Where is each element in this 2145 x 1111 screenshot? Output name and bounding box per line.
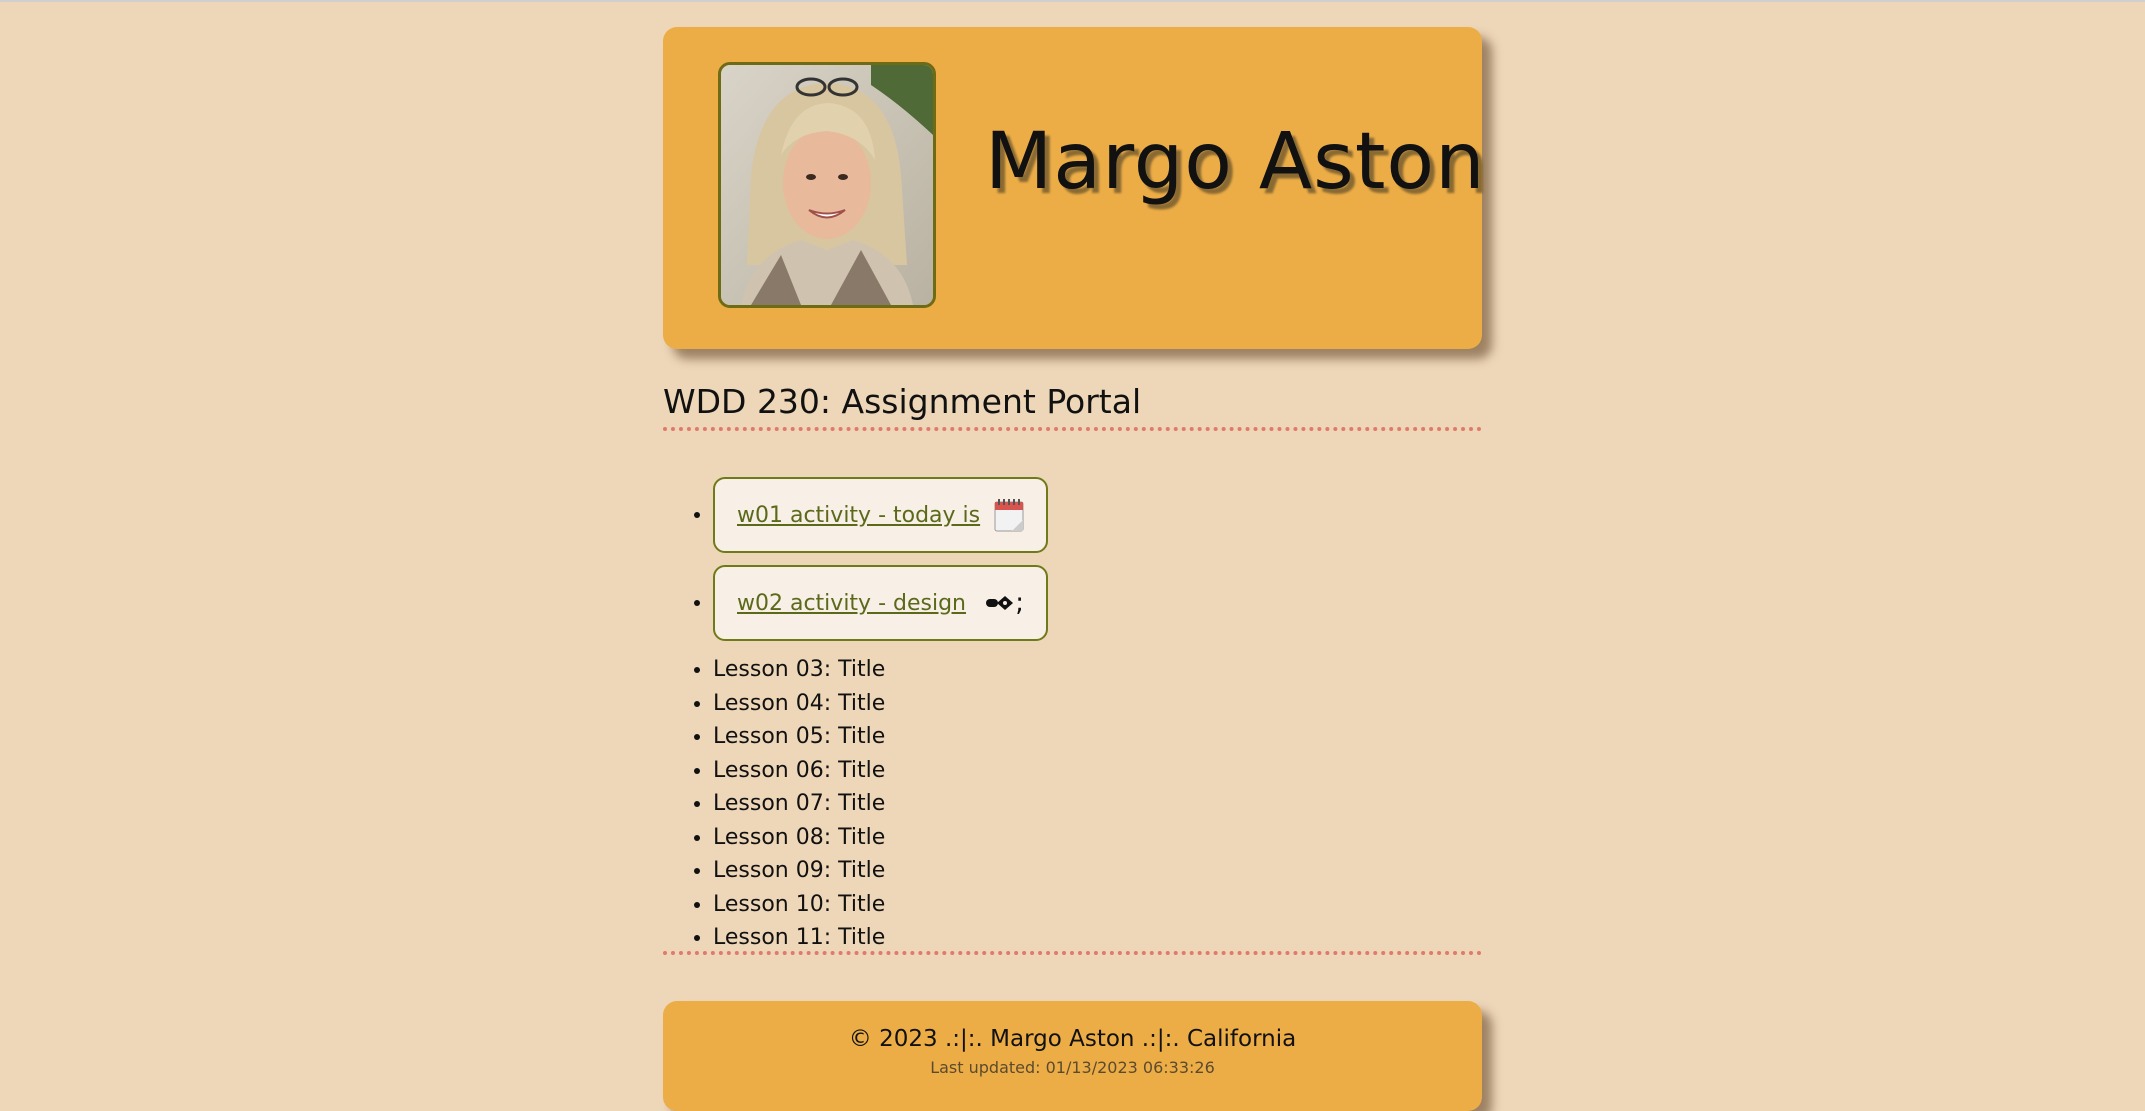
- activity-card-w02: w02 activity - design ;: [713, 565, 1048, 641]
- page-title: WDD 230: Assignment Portal: [663, 382, 1142, 421]
- site-owner-name: Margo Aston: [985, 117, 1486, 207]
- list-item: Lesson 04: Title: [713, 687, 1413, 721]
- site-header: Margo Aston: [663, 27, 1485, 349]
- window-top-border: [0, 0, 2145, 2]
- lesson-list: w01 activity - today is: [663, 477, 1413, 955]
- pen-nib-icon: ;: [985, 588, 1024, 618]
- list-item: Lesson 08: Title: [713, 821, 1413, 855]
- w01-activity-link[interactable]: w01 activity - today is: [737, 503, 980, 528]
- calendar-icon: [994, 498, 1024, 532]
- list-item: Lesson 06: Title: [713, 754, 1413, 788]
- divider-bottom: [663, 951, 1482, 955]
- list-item: Lesson 05: Title: [713, 720, 1413, 754]
- list-item: Lesson 11: Title: [713, 921, 1413, 955]
- w02-activity-link[interactable]: w02 activity - design: [737, 591, 966, 616]
- profile-photo-image: [721, 65, 933, 305]
- divider-top: [663, 427, 1482, 431]
- page-container: Margo Aston WDD 230: Assignment Portal w…: [663, 27, 1485, 1111]
- list-item: Lesson 07: Title: [713, 787, 1413, 821]
- icon-suffix: ;: [1015, 588, 1024, 618]
- profile-photo: [718, 62, 936, 308]
- site-footer: © 2023 .:|:. Margo Aston .:|:. Californi…: [663, 1001, 1482, 1111]
- list-item: Lesson 09: Title: [713, 854, 1413, 888]
- activity-card-w01: w01 activity - today is: [713, 477, 1048, 553]
- copyright-text: © 2023 .:|:. Margo Aston .:|:. Californi…: [848, 1026, 1297, 1052]
- list-item: Lesson 10: Title: [713, 888, 1413, 922]
- list-item: Lesson 03: Title: [713, 653, 1413, 687]
- list-item: w01 activity - today is: [713, 477, 1413, 553]
- list-item: w02 activity - design ;: [713, 565, 1413, 641]
- last-updated-text: Last updated: 01/13/2023 06:33:26: [930, 1058, 1215, 1077]
